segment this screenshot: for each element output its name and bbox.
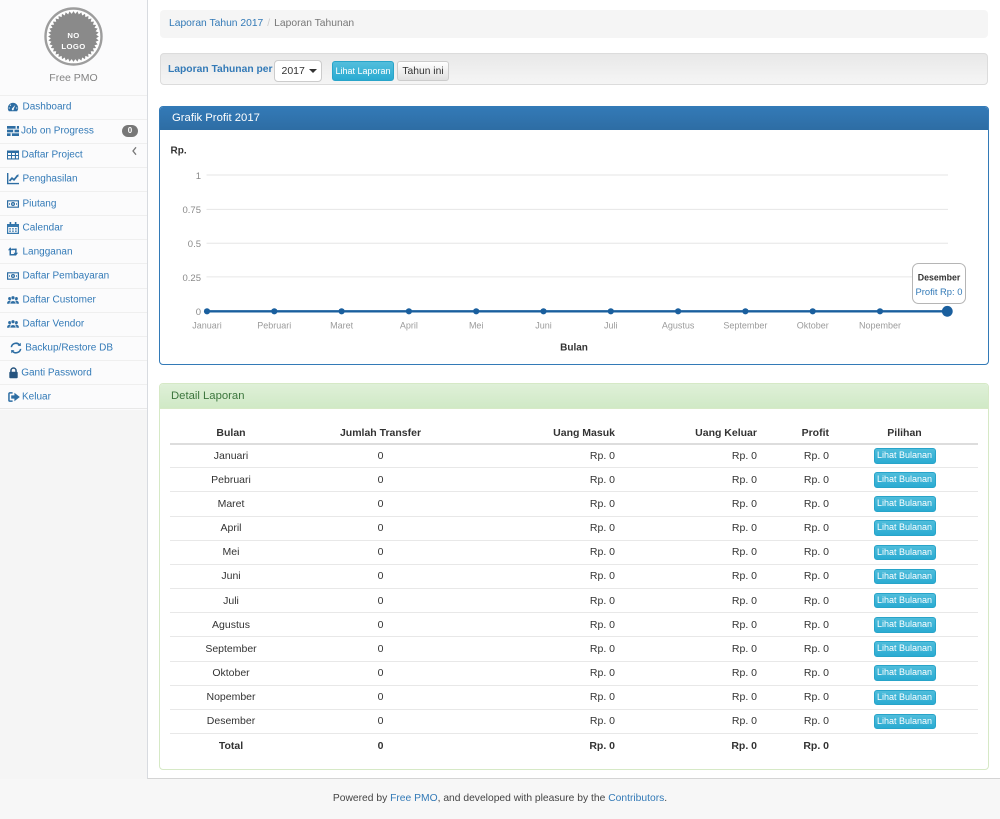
svg-text:Oktober: Oktober xyxy=(797,321,829,331)
svg-text:Maret: Maret xyxy=(330,321,354,331)
svg-text:Bulan: Bulan xyxy=(560,343,588,354)
svg-text:September: September xyxy=(723,321,767,331)
svg-text:LOGO: LOGO xyxy=(61,42,85,51)
svg-text:Januari: Januari xyxy=(192,321,222,331)
svg-text:Profit Rp: 0: Profit Rp: 0 xyxy=(916,286,963,297)
svg-text:1: 1 xyxy=(196,171,201,182)
svg-text:Juni: Juni xyxy=(535,321,552,331)
svg-text:Desember: Desember xyxy=(918,272,961,282)
svg-text:0.5: 0.5 xyxy=(188,239,201,250)
svg-text:Rp.: Rp. xyxy=(171,146,187,157)
svg-text:Nopember: Nopember xyxy=(859,321,901,331)
svg-text:0: 0 xyxy=(196,307,201,318)
svg-text:Mei: Mei xyxy=(469,321,484,331)
svg-text:NO: NO xyxy=(67,31,79,40)
svg-text:Pebruari: Pebruari xyxy=(257,321,291,331)
svg-text:0.75: 0.75 xyxy=(183,205,202,216)
svg-text:Juli: Juli xyxy=(604,321,618,331)
svg-text:0.25: 0.25 xyxy=(183,273,202,284)
svg-text:Agustus: Agustus xyxy=(662,321,695,331)
svg-text:April: April xyxy=(400,321,418,331)
